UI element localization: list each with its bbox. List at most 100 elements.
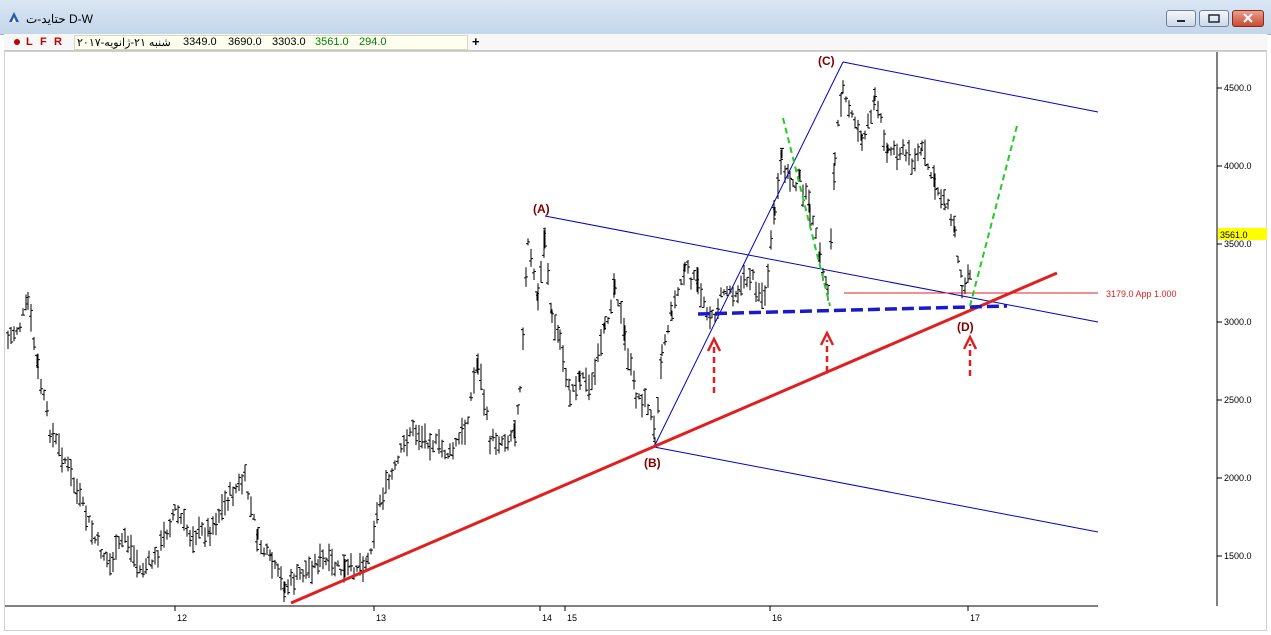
y-tick-label-2500: 2500.0	[1224, 395, 1252, 405]
price-bar	[126, 535, 130, 553]
price-bar	[188, 529, 192, 547]
price-bar	[318, 543, 322, 568]
price-bar	[378, 494, 382, 508]
price-bar	[742, 264, 746, 289]
price-bar	[882, 129, 886, 152]
price-bar	[228, 481, 232, 496]
price-bar	[497, 436, 501, 454]
price-bar	[754, 281, 758, 302]
price-bar	[301, 569, 305, 583]
price-bar	[581, 372, 585, 379]
price-bar	[156, 550, 160, 568]
price-bar	[722, 289, 726, 296]
price-bar	[503, 433, 507, 452]
price-bar	[518, 385, 522, 393]
price-bar	[237, 473, 241, 492]
price-bar	[500, 435, 504, 446]
last-price-label: 3561.0	[1220, 230, 1248, 240]
price-bar	[923, 139, 927, 167]
price-bar	[437, 429, 441, 454]
price-bar	[763, 285, 767, 306]
price-bar	[734, 290, 738, 298]
price-bar	[349, 553, 353, 572]
price-bar	[162, 521, 166, 548]
wave-label-a: (A)	[533, 202, 550, 216]
price-bar	[832, 163, 836, 191]
price-bar	[482, 389, 486, 416]
price-chart[interactable]: (A) (B) (C) (D) 3179.0 App 1.000 1500.0 2…	[0, 0, 1271, 635]
price-bar	[69, 458, 73, 487]
price-bar	[574, 376, 578, 401]
price-bar	[48, 429, 52, 443]
price-bar	[839, 93, 843, 117]
price-bar	[898, 147, 902, 161]
price-bar	[916, 143, 920, 162]
price-bar	[448, 443, 452, 457]
price-bar	[226, 497, 230, 511]
price-bar	[129, 534, 133, 563]
price-bar	[102, 552, 106, 561]
y-tick-label-2000: 2000.0	[1224, 473, 1252, 483]
price-bar	[434, 433, 438, 445]
y-tick-label-3000: 3000.0	[1224, 317, 1252, 327]
price-bar	[469, 392, 473, 401]
price-bar	[488, 435, 492, 455]
green-projection-1	[782, 117, 831, 307]
price-bar	[223, 490, 227, 516]
price-bar	[54, 433, 58, 445]
price-bar	[553, 314, 557, 341]
price-bar	[24, 294, 28, 311]
price-bar	[268, 549, 272, 562]
price-bar	[757, 282, 761, 302]
price-bar	[99, 549, 103, 559]
price-bar	[144, 558, 148, 574]
price-bar	[564, 368, 568, 388]
price-bar	[200, 521, 204, 536]
price-bar	[702, 296, 706, 308]
price-bar	[811, 215, 815, 226]
price-bar	[494, 432, 498, 455]
price-bar	[529, 248, 533, 267]
price-bar	[423, 423, 427, 449]
price-bar	[381, 487, 385, 510]
price-bar	[12, 326, 16, 342]
price-bar	[844, 96, 848, 103]
price-bar	[364, 557, 368, 570]
price-bar	[692, 269, 696, 281]
price-bar	[32, 336, 36, 351]
price-bar	[699, 283, 703, 308]
price-bar	[18, 322, 22, 333]
wave-label-b: (B)	[644, 456, 661, 470]
price-bar	[660, 344, 664, 357]
y-axis: 1500.0 2000.0 2500.0 3000.0 3500.0 4000.0 4500…	[1217, 83, 1252, 561]
price-bar	[748, 268, 752, 291]
price-bar	[526, 238, 530, 246]
wave-labels: (A) (B) (C) (D)	[533, 54, 974, 470]
price-bar	[117, 536, 121, 549]
price-bar	[516, 404, 520, 415]
price-bar	[634, 392, 638, 409]
price-bar	[895, 143, 899, 171]
price-bar	[292, 573, 296, 595]
price-bar	[231, 486, 235, 507]
price-bar	[532, 268, 536, 280]
price-bar	[652, 415, 656, 440]
price-bar	[769, 230, 773, 250]
price-bar	[451, 442, 455, 460]
price-bar	[402, 434, 406, 453]
price-bar	[220, 494, 224, 521]
price-bar	[841, 80, 845, 94]
price-bar	[892, 140, 896, 156]
price-bar	[889, 146, 893, 156]
price-bar	[384, 469, 388, 494]
price-bar	[197, 516, 201, 539]
price-bar	[879, 113, 883, 123]
price-bar	[788, 171, 792, 192]
price-bar	[856, 119, 860, 142]
price-bar	[39, 379, 43, 394]
price-bar	[929, 172, 933, 179]
price-bar	[616, 299, 620, 307]
price-bar	[853, 116, 857, 129]
price-bar	[910, 158, 914, 175]
price-bar	[165, 529, 169, 540]
